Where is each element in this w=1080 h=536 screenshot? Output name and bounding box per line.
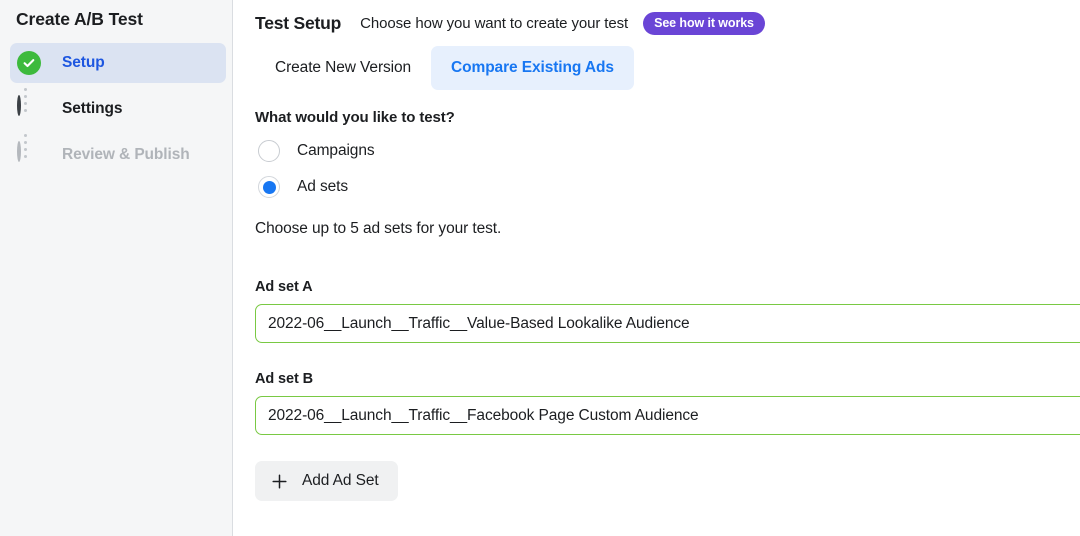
ad-set-b-field-group: Ad set B 2022-06__Launch__Traffic__Faceb… bbox=[255, 371, 1080, 435]
ad-set-a-field-group: Ad set A 2022-06__Launch__Traffic__Value… bbox=[255, 279, 1080, 343]
sidebar-item-label: Review & Publish bbox=[62, 146, 190, 163]
add-ad-set-label: Add Ad Set bbox=[302, 472, 379, 489]
sidebar-item-review-publish[interactable]: Review & Publish bbox=[10, 135, 226, 175]
ab-test-creation-screen: Create A/B Test Setup Settings Review & … bbox=[0, 0, 1080, 536]
tab-compare-existing-ads[interactable]: Compare Existing Ads bbox=[431, 46, 634, 90]
main-panel: Test Setup Choose how you want to create… bbox=[233, 0, 1080, 536]
step-list: Setup Settings Review & Publish bbox=[0, 43, 232, 175]
ad-set-a-input[interactable]: 2022-06__Launch__Traffic__Value-Based Lo… bbox=[255, 304, 1080, 343]
radio-label-ad-sets: Ad sets bbox=[297, 178, 348, 195]
ad-set-a-label: Ad set A bbox=[255, 279, 313, 295]
see-how-it-works-badge[interactable]: See how it works bbox=[643, 11, 765, 35]
main-content: What would you like to test? Campaigns A… bbox=[233, 90, 1080, 501]
page-title: Create A/B Test bbox=[16, 9, 143, 29]
sidebar-item-setup[interactable]: Setup bbox=[10, 43, 226, 83]
check-circle-icon bbox=[17, 51, 41, 75]
radio-option-ad-sets[interactable]: Ad sets bbox=[255, 176, 1080, 198]
sidebar: Create A/B Test Setup Settings Review & … bbox=[0, 0, 233, 536]
radio-button-ad-sets[interactable] bbox=[258, 176, 280, 198]
sidebar-item-label: Settings bbox=[62, 100, 123, 117]
radio-option-campaigns[interactable]: Campaigns bbox=[255, 140, 1080, 162]
radio-label-campaigns: Campaigns bbox=[297, 142, 375, 159]
sidebar-item-settings[interactable]: Settings bbox=[10, 89, 226, 129]
plus-icon bbox=[271, 473, 288, 490]
add-ad-set-button[interactable]: Add Ad Set bbox=[255, 461, 398, 501]
helper-text: Choose up to 5 ad sets for your test. bbox=[255, 220, 502, 237]
test-type-question: What would you like to test? bbox=[255, 109, 455, 126]
sidebar-item-label: Setup bbox=[62, 54, 105, 71]
tab-bar: Create New Version Compare Existing Ads bbox=[233, 46, 1080, 90]
section-title: Test Setup bbox=[255, 12, 342, 33]
ad-set-b-label: Ad set B bbox=[255, 371, 314, 387]
section-subtitle: Choose how you want to create your test bbox=[360, 14, 629, 32]
radio-button-campaigns[interactable] bbox=[258, 140, 280, 162]
ad-set-b-input[interactable]: 2022-06__Launch__Traffic__Facebook Page … bbox=[255, 396, 1080, 435]
tab-create-new-version[interactable]: Create New Version bbox=[255, 46, 431, 90]
main-header: Test Setup Choose how you want to create… bbox=[233, 0, 1080, 38]
empty-circle-icon bbox=[17, 95, 41, 121]
empty-circle-muted-icon bbox=[17, 141, 41, 167]
